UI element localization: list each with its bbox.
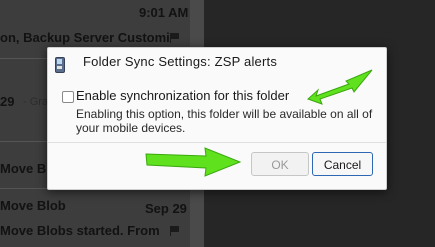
message-date: 29 (0, 94, 15, 109)
mobile-device-icon (54, 56, 65, 73)
folder-sync-dialog: Folder Sync Settings: ZSP alerts Enable … (47, 47, 387, 190)
message-time: 9:01 AM (139, 5, 189, 20)
message-subject[interactable]: Move Blob (0, 198, 66, 213)
ok-button[interactable]: OK (251, 152, 309, 176)
message-date: Sep 29 (145, 201, 187, 216)
dialog-title: Folder Sync Settings: ZSP alerts (83, 54, 278, 69)
message-preview: - Gra (23, 96, 49, 108)
dialog-separator (48, 142, 386, 143)
message-subject[interactable]: Move Blobs started. From (0, 223, 160, 238)
enable-sync-checkbox[interactable] (62, 91, 74, 103)
cancel-button[interactable]: Cancel (312, 152, 373, 176)
flag-icon[interactable] (170, 226, 179, 236)
enable-sync-label[interactable]: Enable synchronization for this folder (76, 88, 289, 103)
sync-description: Enabling this option, this folder will b… (76, 107, 373, 135)
flag-icon[interactable] (170, 33, 179, 43)
message-subject[interactable]: on, Backup Server Customi (0, 30, 170, 45)
